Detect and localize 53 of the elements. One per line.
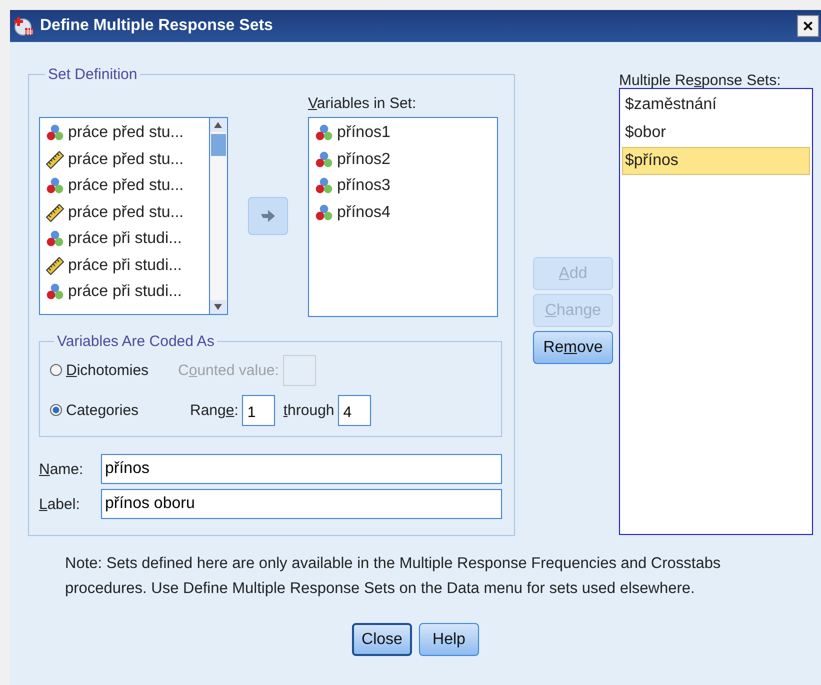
source-variable-list[interactable]: práce před stu... práce před stu... práce před stu... práce před stu... práce při studi... práce při studi... práce při studi... (39, 117, 228, 315)
radio-option[interactable]: Dichotomies (50, 362, 178, 378)
variable-item[interactable]: práce při studi... (46, 226, 209, 252)
scroll-thumb[interactable] (211, 134, 226, 156)
name-field[interactable]: přínos (101, 454, 502, 484)
app-icon (14, 16, 34, 36)
label-field[interactable]: přínos oboru (101, 489, 502, 519)
variable-item[interactable]: práce při studi... (46, 279, 209, 306)
scrollbar[interactable] (209, 118, 227, 314)
right-arrow-icon (260, 209, 276, 223)
response-set-item[interactable]: $přínos (622, 147, 810, 175)
variable-item[interactable]: práce před stu... (46, 120, 209, 146)
list-label: Multiple Response Sets: (619, 72, 782, 88)
field-label: Label: (39, 496, 81, 512)
nominal-icon (46, 124, 64, 142)
variable-item[interactable]: práce při studi... (46, 252, 209, 279)
variable-item[interactable]: práce před stu... (46, 200, 209, 226)
nominal-icon (46, 283, 64, 302)
field-label: Range: (190, 402, 238, 418)
nominal-icon (315, 150, 333, 169)
variable-item[interactable]: přínos4 (315, 200, 497, 226)
nominal-icon (46, 230, 64, 248)
group-title: Set Definition (47, 66, 138, 83)
variables-in-set-list[interactable]: přínos1 přínos2 přínos3 přínos4 (308, 117, 498, 317)
variable-item[interactable]: přínos2 (315, 146, 497, 173)
radio-option[interactable]: Categories (50, 402, 178, 418)
move-button[interactable] (248, 197, 288, 235)
variable-item[interactable]: přínos3 (315, 173, 497, 200)
nominal-icon (315, 177, 333, 196)
range-to-field[interactable]: 4 (338, 394, 372, 426)
variable-item[interactable]: přínos1 (315, 120, 497, 146)
response-set-item[interactable]: $obor (622, 119, 810, 147)
range-from-field[interactable]: 1 (242, 394, 276, 426)
field-label: Counted value: (178, 362, 279, 378)
scroll-up-icon[interactable] (210, 118, 226, 132)
group-title: Variables Are Coded As (56, 333, 216, 350)
list-label: Variables in Set: (308, 95, 418, 114)
response-set-item[interactable]: $zaměstnání (622, 91, 810, 119)
response-sets-list[interactable]: $zaměstnání $obor $přínos (619, 88, 813, 535)
close-button[interactable]: × (797, 15, 819, 37)
dialog-button[interactable]: Help (419, 623, 479, 656)
variable-item[interactable]: práce před stu... (46, 173, 209, 200)
window-title: Define Multiple Response Sets (40, 17, 274, 35)
field-label: through (283, 402, 334, 418)
field-label: Name: (39, 460, 84, 478)
action-button[interactable]: Remove (533, 331, 613, 364)
nominal-icon (315, 124, 333, 142)
dialog-button[interactable]: Close (352, 623, 412, 656)
variable-item[interactable]: práce před stu... (46, 146, 209, 173)
nominal-icon (315, 204, 333, 222)
note-text: Note: Sets defined here are only available in the Multiple Response Frequencies and Crosstabs procedures. Use Define Multiple Response Sets on the Data menu for sets used elsewhere. (65, 554, 722, 598)
nominal-icon (46, 177, 64, 196)
scroll-down-icon[interactable] (210, 300, 226, 314)
